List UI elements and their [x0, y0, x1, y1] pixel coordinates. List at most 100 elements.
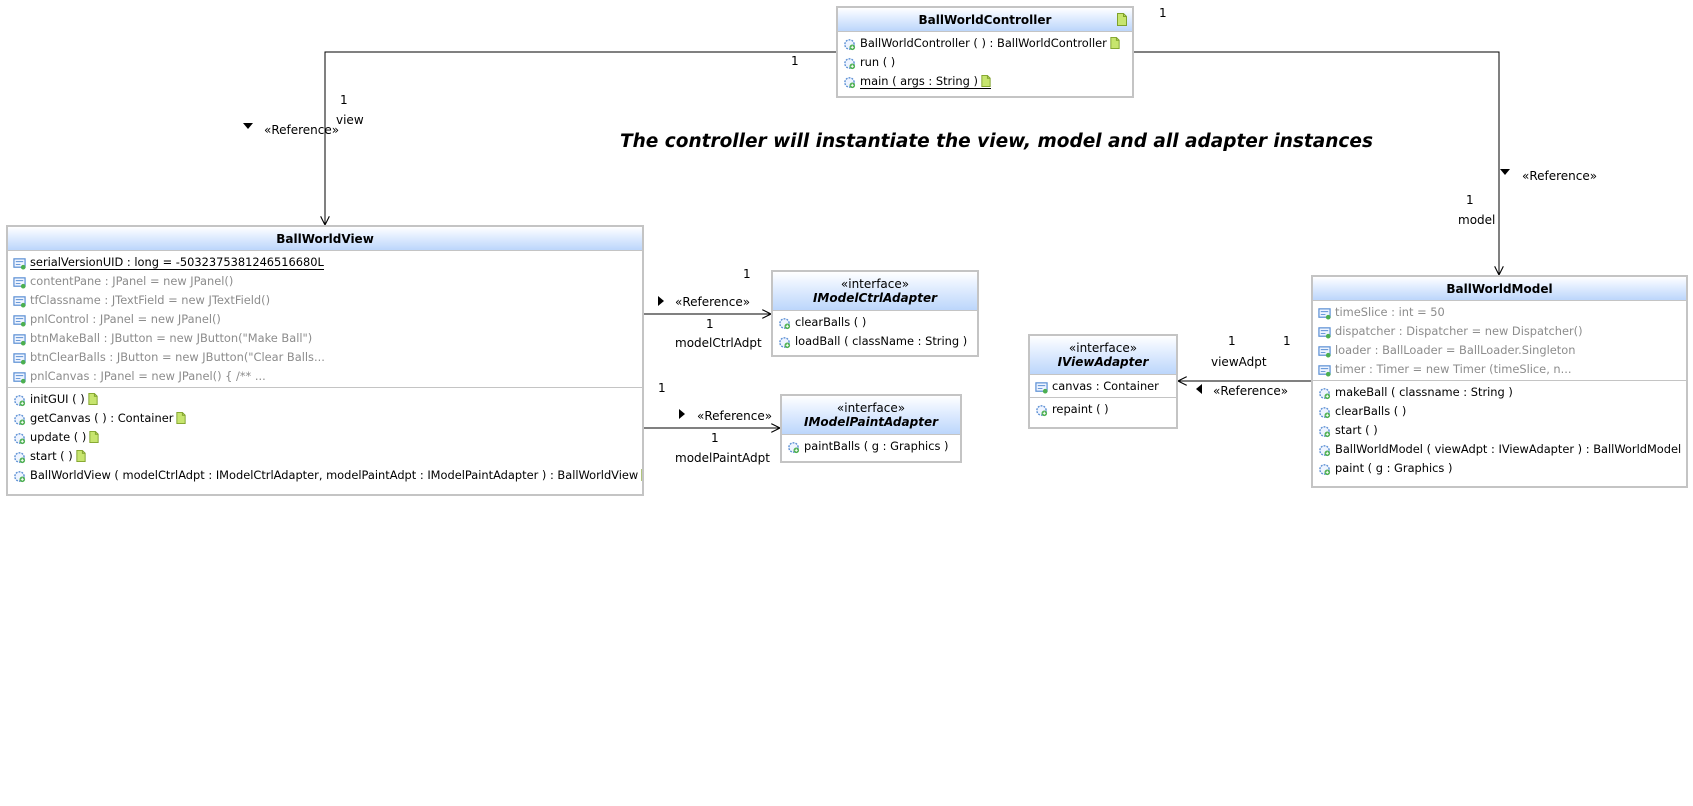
attribute-row[interactable]: canvas : Container	[1030, 377, 1176, 396]
multiplicity-ctrladapter-target: 1	[743, 267, 751, 281]
stereotype-label: «interface»	[840, 277, 910, 291]
method-icon	[1319, 445, 1331, 457]
interface-iviewadapter[interactable]: «interface» IViewAdapter canvas : Contai…	[1028, 334, 1178, 429]
attribute-row[interactable]: contentPane : JPanel = new JPanel()	[8, 272, 642, 291]
attribute-row[interactable]: loader : BallLoader = BallLoader.Singlet…	[1313, 341, 1686, 360]
attribute-row[interactable]: timeSlice : int = 50	[1313, 303, 1686, 322]
field-icon	[13, 277, 26, 289]
interface-name: IModelCtrlAdapter	[812, 291, 938, 305]
field-icon	[13, 258, 26, 270]
note-icon	[981, 75, 991, 87]
operation-row[interactable]: run ( )	[838, 53, 1132, 72]
stereotype-model-viewadapter: «Reference»	[1213, 384, 1289, 398]
attribute-row[interactable]: btnMakeBall : JButton = new JButton("Mak…	[8, 329, 642, 348]
multiplicity-paintadapter-source: 1	[711, 431, 719, 445]
direction-arrow-icon	[243, 123, 253, 129]
class-name: BallWorldController	[918, 13, 1052, 27]
attribute-row[interactable]: dispatcher : Dispatcher = new Dispatcher…	[1313, 322, 1686, 341]
uml-class-diagram: 1 1 1 view «Reference» «Reference» 1 mod…	[0, 0, 1693, 806]
field-icon	[1318, 327, 1331, 339]
attributes-section: serialVersionUID : long = -5032375381246…	[8, 251, 642, 387]
class-header: BallWorldController	[838, 8, 1132, 32]
method-icon	[1319, 426, 1331, 438]
interface-header: «interface» IViewAdapter	[1030, 336, 1176, 375]
operation-row[interactable]: BallWorldView ( modelCtrlAdpt : IModelCt…	[8, 466, 642, 485]
operation-row[interactable]: paintBalls ( g : Graphics )	[782, 437, 960, 456]
operation-row[interactable]: clearBalls ( )	[773, 313, 977, 332]
note-icon	[176, 412, 187, 424]
method-icon	[14, 471, 26, 483]
operations-section: paintBalls ( g : Graphics )	[782, 435, 960, 457]
method-icon	[779, 337, 791, 349]
class-ballworldmodel[interactable]: BallWorldModel timeSlice : int = 50 disp…	[1311, 275, 1688, 488]
field-icon	[13, 315, 26, 327]
attribute-row[interactable]: tfClassname : JTextField = new JTextFiel…	[8, 291, 642, 310]
method-icon	[844, 39, 856, 51]
operation-row[interactable]: initGUI ( )	[8, 390, 642, 409]
operations-section: repaint ( )	[1030, 397, 1176, 420]
operation-row[interactable]: repaint ( )	[1030, 400, 1176, 419]
operation-row[interactable]: paint ( g : Graphics )	[1313, 459, 1686, 478]
operations-section: clearBalls ( ) loadBall ( className : St…	[773, 311, 977, 352]
method-icon	[844, 58, 856, 70]
operation-row[interactable]: start ( )	[8, 447, 642, 466]
attribute-row[interactable]: serialVersionUID : long = -5032375381246…	[8, 253, 642, 272]
class-ballworldview[interactable]: BallWorldView serialVersionUID : long = …	[6, 225, 644, 496]
operation-row[interactable]: loadBall ( className : String )	[773, 332, 977, 351]
note-icon	[1110, 37, 1120, 49]
operations-section: initGUI ( ) getCanvas ( ) : Container up…	[8, 387, 642, 486]
multiplicity-viewadapter-source: 1	[1283, 334, 1291, 348]
stereotype-label: «interface»	[1068, 341, 1138, 355]
multiplicity-controller-model-source: 1	[1159, 6, 1167, 20]
multiplicity-ctrladapter-source: 1	[706, 317, 714, 331]
operations-section: BallWorldController ( ) : BallWorldContr…	[838, 32, 1132, 92]
method-icon	[1036, 405, 1048, 417]
operation-row[interactable]: BallWorldModel ( viewAdpt : IViewAdapter…	[1313, 440, 1686, 459]
operation-row[interactable]: makeBall ( classname : String )	[1313, 383, 1686, 402]
operation-row[interactable]: getCanvas ( ) : Container	[8, 409, 642, 428]
multiplicity-model-target: 1	[1466, 193, 1474, 207]
method-icon	[1319, 464, 1331, 476]
stereotype-view-paintadapter: «Reference»	[697, 409, 773, 423]
role-view: view	[336, 113, 364, 127]
interface-imodelctrladapter[interactable]: «interface» IModelCtrlAdapter clearBalls…	[771, 270, 979, 357]
note-icon	[76, 450, 86, 462]
interface-imodelpaintadapter[interactable]: «interface» IModelPaintAdapter paintBall…	[780, 394, 962, 463]
field-icon	[13, 372, 26, 384]
operations-section: makeBall ( classname : String ) clearBal…	[1313, 380, 1686, 479]
method-icon	[1319, 388, 1331, 400]
direction-arrow-icon	[1196, 384, 1202, 394]
field-icon	[1318, 308, 1331, 320]
method-icon	[14, 433, 26, 445]
method-icon	[1319, 407, 1331, 419]
attribute-row[interactable]: btnClearBalls : JButton = new JButton("C…	[8, 348, 642, 367]
operation-row[interactable]: BallWorldController ( ) : BallWorldContr…	[838, 34, 1132, 53]
method-icon	[844, 77, 856, 89]
multiplicity-view-target: 1	[340, 93, 348, 107]
attribute-row[interactable]: pnlControl : JPanel = new JPanel()	[8, 310, 642, 329]
role-viewadpt: viewAdpt	[1211, 355, 1267, 369]
method-icon	[14, 414, 26, 426]
interface-name: IModelPaintAdapter	[804, 415, 938, 429]
interface-header: «interface» IModelCtrlAdapter	[773, 272, 977, 311]
direction-arrow-icon	[1500, 169, 1510, 175]
direction-arrow-icon	[679, 409, 685, 419]
class-ballworldcontroller[interactable]: BallWorldController BallWorldController …	[836, 6, 1134, 98]
stereotype-controller-model: «Reference»	[1522, 169, 1598, 183]
field-icon	[13, 334, 26, 346]
class-header: BallWorldModel	[1313, 277, 1686, 301]
field-icon	[1318, 365, 1331, 377]
field-icon	[13, 353, 26, 365]
direction-arrow-icon	[658, 296, 664, 306]
association-controller-model[interactable]	[1134, 51, 1499, 275]
note-icon	[89, 431, 99, 443]
operation-row[interactable]: main ( args : String )	[838, 72, 1132, 91]
attribute-row[interactable]: timer : Timer = new Timer (timeSlice, n.…	[1313, 360, 1686, 379]
operation-row[interactable]: update ( )	[8, 428, 642, 447]
attribute-row[interactable]: pnlCanvas : JPanel = new JPanel() { /** …	[8, 367, 642, 386]
operation-row[interactable]: clearBalls ( )	[1313, 402, 1686, 421]
class-name: BallWorldModel	[1446, 282, 1553, 296]
interface-name: IViewAdapter	[1057, 355, 1149, 369]
operation-row[interactable]: start ( )	[1313, 421, 1686, 440]
field-icon	[1035, 382, 1048, 394]
